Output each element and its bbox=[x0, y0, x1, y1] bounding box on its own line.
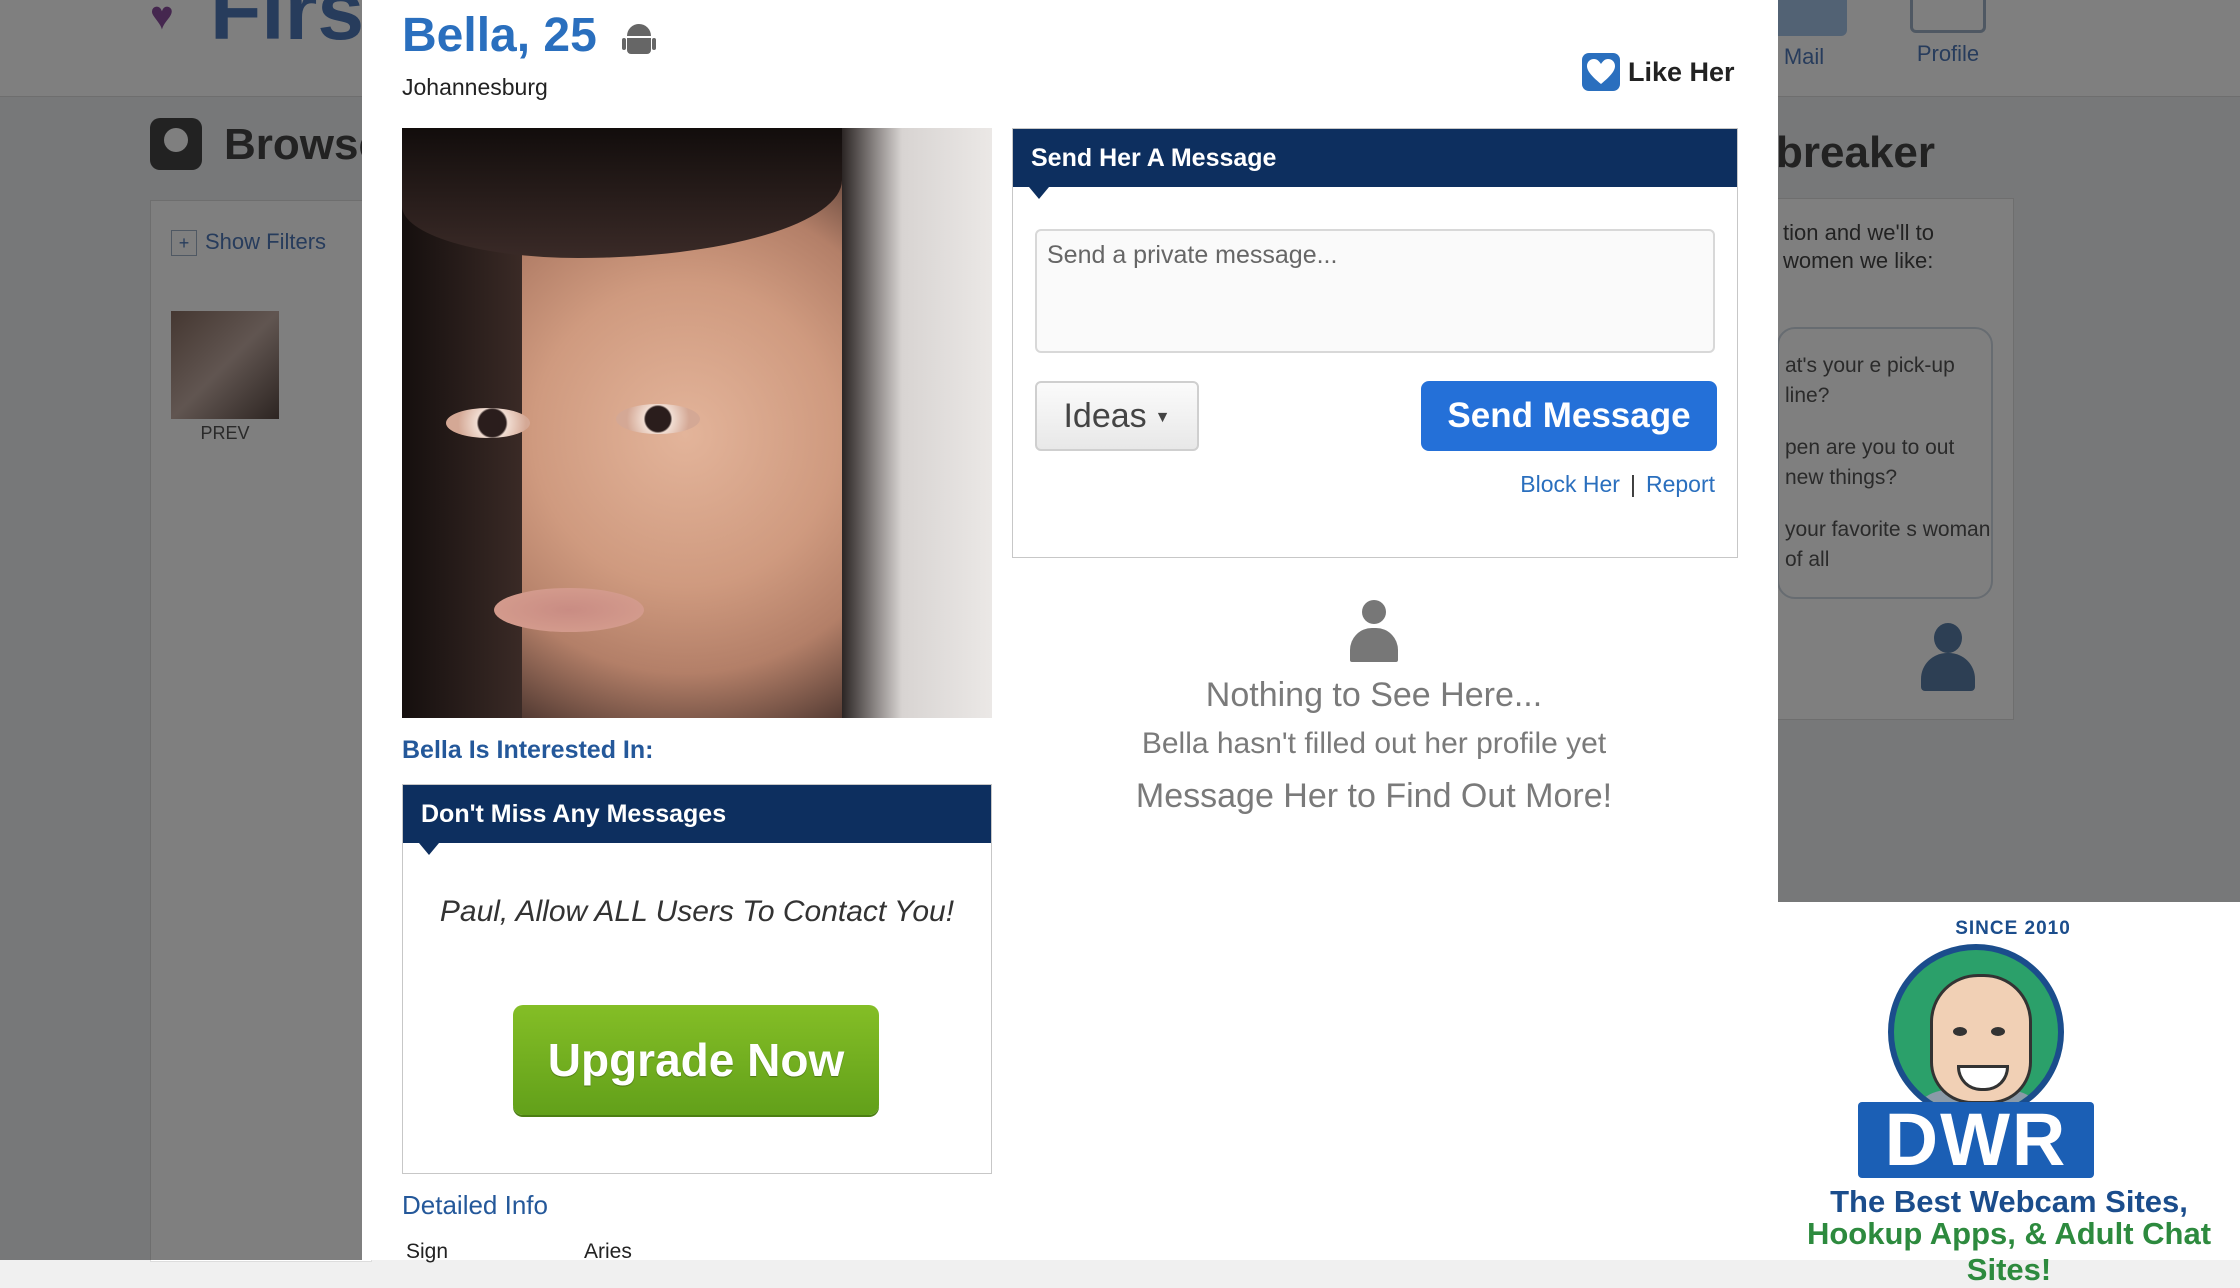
upgrade-text: Paul, Allow ALL Users To Contact You! bbox=[439, 895, 955, 928]
badge-since: SINCE 2010 bbox=[1955, 918, 2071, 939]
caret-down-icon: ▼ bbox=[1154, 408, 1171, 426]
badge-letters: DWR bbox=[1858, 1102, 2094, 1178]
android-icon bbox=[622, 20, 656, 60]
send-message-button[interactable]: Send Message bbox=[1421, 381, 1717, 451]
upgrade-now-button[interactable]: Upgrade Now bbox=[513, 1005, 879, 1115]
message-box: Send Her A Message Ideas ▼ Send Message B… bbox=[1012, 128, 1738, 558]
empty-state-cta: Message Her to Find Out More! bbox=[1135, 777, 1613, 815]
empty-state-title: Nothing to See Here... bbox=[1205, 676, 1543, 714]
like-label: Like Her bbox=[1628, 56, 1735, 87]
profile-modal: Bella, 25 Johannesburg Like Her Bella Is… bbox=[362, 0, 1778, 1263]
upgrade-box-header: Don't Miss Any Messages bbox=[403, 785, 991, 855]
detail-value: Aries bbox=[584, 1240, 632, 1263]
badge-tagline-2: Hookup Apps, & Adult Chat Sites! bbox=[1806, 1216, 2212, 1287]
heart-icon bbox=[1582, 53, 1620, 91]
ideas-label: Ideas bbox=[1063, 396, 1147, 435]
dwr-badge: SINCE 2010 DWR The Best Webcam Sites, Ho… bbox=[1778, 902, 2240, 1287]
empty-profile-state: Nothing to See Here... Bella hasn't fill… bbox=[1012, 600, 1736, 816]
person-icon bbox=[1350, 600, 1398, 662]
profile-name-age: Bella, 25 bbox=[402, 9, 597, 62]
separator: | bbox=[1629, 471, 1636, 497]
upgrade-box: Don't Miss Any Messages Paul, Allow ALL … bbox=[402, 784, 992, 1174]
message-input[interactable] bbox=[1035, 229, 1715, 353]
message-box-header: Send Her A Message bbox=[1013, 129, 1737, 199]
badge-tagline-1: The Best Webcam Sites, bbox=[1830, 1184, 2188, 1219]
like-button[interactable]: Like Her bbox=[1582, 52, 1735, 92]
ideas-dropdown[interactable]: Ideas ▼ bbox=[1035, 381, 1199, 451]
block-her-link[interactable]: Block Her bbox=[1520, 471, 1620, 497]
profile-location: Johannesburg bbox=[402, 74, 548, 100]
interested-in-heading: Bella Is Interested In: bbox=[402, 736, 654, 764]
block-report-row: Block Her | Report bbox=[1520, 471, 1715, 498]
detail-label: Sign bbox=[406, 1240, 449, 1263]
empty-state-subtitle: Bella hasn't filled out her profile yet bbox=[1141, 727, 1607, 760]
mascot-logo bbox=[1888, 944, 2064, 1120]
profile-photo[interactable] bbox=[402, 128, 992, 718]
report-link[interactable]: Report bbox=[1646, 471, 1715, 497]
detailed-info-heading: Detailed Info bbox=[402, 1190, 548, 1220]
